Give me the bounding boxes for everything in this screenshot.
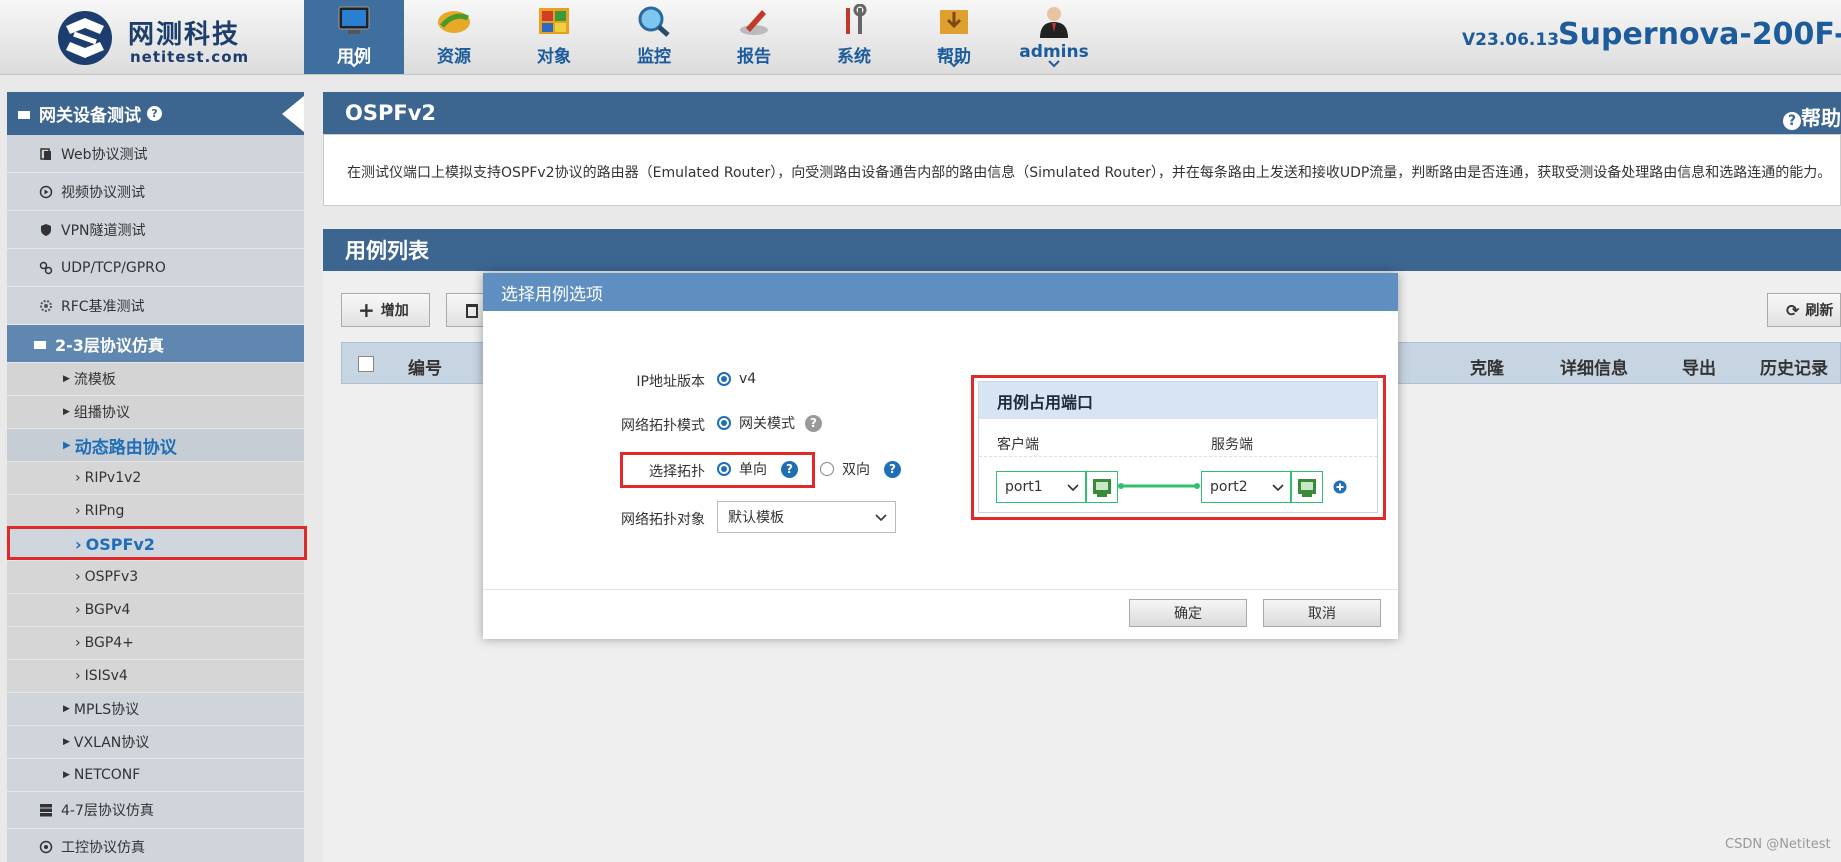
divider xyxy=(979,456,1377,457)
topology-mode-radio[interactable] xyxy=(717,416,731,430)
topology-oneway-label: 单向 xyxy=(739,462,767,478)
chevron-down-icon xyxy=(875,514,887,522)
link-line xyxy=(1118,483,1200,489)
chevron-down-icon xyxy=(1067,484,1079,492)
network-port-icon xyxy=(1093,479,1111,497)
topology-twoway-label: 双向 xyxy=(842,462,870,478)
help-icon[interactable]: ? xyxy=(805,414,822,432)
server-label: 服务端 xyxy=(1211,437,1253,453)
cancel-button[interactable]: 取消 xyxy=(1263,599,1381,627)
ip-version-option[interactable]: v4 xyxy=(717,367,756,391)
topology-mode-label: 网络拓扑模式 xyxy=(621,418,705,434)
client-port-value: port1 xyxy=(1005,479,1043,495)
dialog-footer: 确定 取消 xyxy=(483,589,1398,640)
client-label: 客户端 xyxy=(997,437,1039,453)
chevron-down-icon xyxy=(1272,484,1284,492)
topology-mode-value: 网关模式 xyxy=(739,416,795,432)
help-icon[interactable]: ? xyxy=(781,460,798,478)
topology-object-value: 默认模板 xyxy=(728,510,784,526)
watermark: CSDN @Netitest xyxy=(1725,837,1831,852)
add-port-icon[interactable] xyxy=(1333,480,1347,494)
dialog-title: 选择用例选项 xyxy=(483,273,1398,311)
topology-oneway-radio[interactable] xyxy=(717,462,731,476)
topology-option-twoway[interactable]: 双向 ? xyxy=(820,457,901,481)
topology-twoway-radio[interactable] xyxy=(820,462,834,476)
ip-version-label: IP地址版本 xyxy=(636,374,705,390)
topology-label: 选择拓扑 xyxy=(649,464,705,480)
client-port-icon[interactable] xyxy=(1086,471,1118,503)
ports-panel: 用例占用端口 客户端 服务端 port1 port2 xyxy=(978,381,1378,513)
select-case-options-dialog: 选择用例选项 IP地址版本 v4 网络拓扑模式 网关模式 ? 选择拓扑 单向 ?… xyxy=(483,273,1398,639)
server-port-select[interactable]: port2 xyxy=(1201,471,1291,503)
network-port-icon xyxy=(1298,479,1316,497)
topology-option-oneway[interactable]: 单向 ? xyxy=(717,457,798,481)
ip-version-radio[interactable] xyxy=(717,372,731,386)
server-port-value: port2 xyxy=(1210,479,1248,495)
confirm-button[interactable]: 确定 xyxy=(1129,599,1247,627)
ports-title: 用例占用端口 xyxy=(979,382,1377,419)
topology-mode-option[interactable]: 网关模式 ? xyxy=(717,411,822,435)
help-icon[interactable]: ? xyxy=(884,460,901,478)
ip-version-value: v4 xyxy=(739,371,757,387)
server-port-icon[interactable] xyxy=(1291,471,1323,503)
topology-object-label: 网络拓扑对象 xyxy=(621,512,705,528)
modal-overlay: 选择用例选项 IP地址版本 v4 网络拓扑模式 网关模式 ? 选择拓扑 单向 ?… xyxy=(0,0,1841,862)
client-port-select[interactable]: port1 xyxy=(996,471,1086,503)
topology-object-select[interactable]: 默认模板 xyxy=(717,501,896,533)
